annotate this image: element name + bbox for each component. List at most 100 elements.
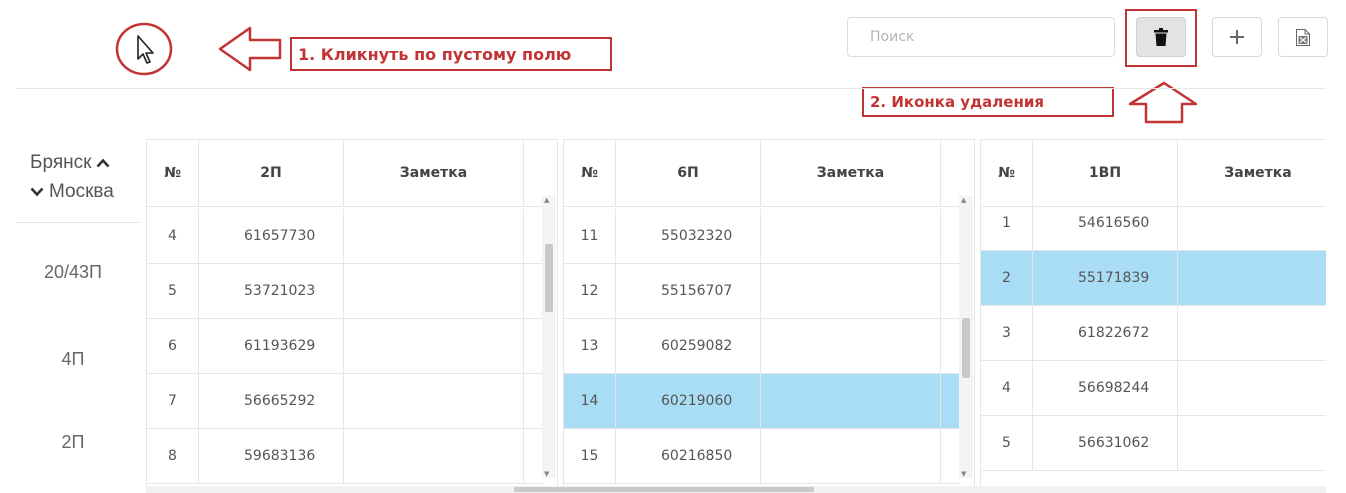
cell-note[interactable] [1178,361,1326,415]
cell-number: 11 [564,209,616,263]
cell-number: 15 [564,429,616,483]
add-button[interactable] [1212,17,1262,57]
table-6p: № 6П Заметка 11 55032320 12 55156707 13 … [563,139,975,493]
cell-note[interactable] [344,264,524,318]
cell-note[interactable] [761,209,941,263]
scroll-down-arrow[interactable]: ▼ [961,470,966,478]
table-row[interactable]: 11 55032320 [564,209,961,264]
cell-note[interactable] [761,264,941,318]
cell-note[interactable] [344,429,524,483]
horizontal-scrollbar[interactable] [146,486,1326,493]
cell-number: 4 [147,209,199,263]
scroll-up-arrow[interactable]: ▲ [961,196,966,204]
cell-number: 4 [981,361,1033,415]
chevron-up-icon [96,158,110,168]
left-arrow-icon [218,26,282,72]
cell-number: 12 [564,264,616,318]
cell-train-number: 55032320 [616,209,761,263]
cell-number: 8 [147,429,199,483]
train-label-2: 4П [61,349,85,369]
sidebar-divider [16,222,140,223]
table-1vp: № 1ВП Заметка 1 54616560 2 55171839 3 61… [980,139,1326,493]
table-row[interactable]: 3 61822672 [981,306,1326,361]
cell-number: 6 [147,319,199,373]
delete-button[interactable] [1136,17,1186,57]
up-arrow-icon [1128,81,1198,124]
route-from[interactable]: Брянск [30,152,110,174]
cell-note[interactable] [761,319,941,373]
cell-number: 7 [147,374,199,428]
cell-train-number: 54616560 [1033,196,1178,250]
table-header: № 6П Заметка [564,140,974,207]
table-row[interactable]: 7 56665292 [147,374,544,429]
cell-train-number: 61822672 [1033,306,1178,360]
table-header: № 2П Заметка [147,140,557,207]
cell-train-number: 55156707 [616,264,761,318]
cell-number: 5 [981,416,1033,470]
table-row[interactable]: 1 54616560 [981,196,1326,251]
cell-note[interactable] [344,209,524,263]
annotation-step2: 2. Иконка удаления [862,87,1114,117]
plus-icon [1230,30,1244,44]
cell-number: 13 [564,319,616,373]
table-row-selected[interactable]: 14 60219060 [564,374,961,429]
trash-icon [1154,28,1168,46]
header-divider [16,88,1326,89]
cell-note[interactable] [1178,251,1326,305]
cell-note[interactable] [1178,306,1326,360]
cell-train-number: 61193629 [199,319,344,373]
table-row[interactable]: 4 56698244 [981,361,1326,416]
train-label-3: 2П [61,432,85,452]
horizontal-scroll-thumb[interactable] [514,487,814,492]
scroll-down-arrow[interactable]: ▼ [544,470,549,478]
col-header-number[interactable]: № [147,140,199,206]
search-input[interactable] [847,17,1115,57]
cell-train-number: 59683136 [199,429,344,483]
table-row[interactable]: 5 53721023 [147,264,544,319]
col-header-train[interactable]: 6П [616,140,761,206]
table-row[interactable]: 13 60259082 [564,319,961,374]
route-to-label: Москва [49,181,114,202]
cell-note[interactable] [761,374,941,428]
scroll-thumb[interactable] [962,318,970,378]
train-label-1: 20/43П [44,262,102,282]
excel-file-icon [1296,28,1310,46]
table-row[interactable]: 8 59683136 [147,429,544,484]
vertical-scrollbar[interactable]: ▲ ▼ [959,196,973,478]
cell-train-number: 56631062 [1033,416,1178,470]
cell-number: 3 [981,306,1033,360]
col-header-number[interactable]: № [564,140,616,206]
table-row[interactable]: 4 61657730 [147,209,544,264]
cell-note[interactable] [344,374,524,428]
table-row[interactable]: 12 55156707 [564,264,961,319]
cursor-circle-annotation [115,22,282,76]
cell-train-number: 60259082 [616,319,761,373]
scroll-up-arrow[interactable]: ▲ [544,196,549,204]
cell-train-number: 60216850 [616,429,761,483]
cell-number: 14 [564,374,616,428]
table-row[interactable]: 5 56631062 [981,416,1326,471]
cell-train-number: 61657730 [199,209,344,263]
table-row[interactable]: 6 61193629 [147,319,544,374]
cell-train-number: 56665292 [199,374,344,428]
cell-train-number: 53721023 [199,264,344,318]
table-row[interactable]: 15 60216850 [564,429,961,484]
cell-train-number: 56698244 [1033,361,1178,415]
cell-note[interactable] [761,429,941,483]
export-excel-button[interactable] [1278,17,1328,57]
cell-number: 2 [981,251,1033,305]
scroll-thumb[interactable] [545,244,553,312]
col-header-note[interactable]: Заметка [344,140,524,206]
cell-number: 5 [147,264,199,318]
cell-note[interactable] [1178,416,1326,470]
cell-train-number: 55171839 [1033,251,1178,305]
cell-note[interactable] [344,319,524,373]
col-header-train[interactable]: 2П [199,140,344,206]
cell-note[interactable] [1178,196,1326,250]
route-to[interactable]: Москва [30,181,114,203]
table-row-selected[interactable]: 2 55171839 [981,251,1326,306]
cell-number: 1 [981,196,1033,250]
vertical-scrollbar[interactable]: ▲ ▼ [542,196,556,478]
col-header-note[interactable]: Заметка [761,140,941,206]
chevron-down-icon [30,187,44,197]
